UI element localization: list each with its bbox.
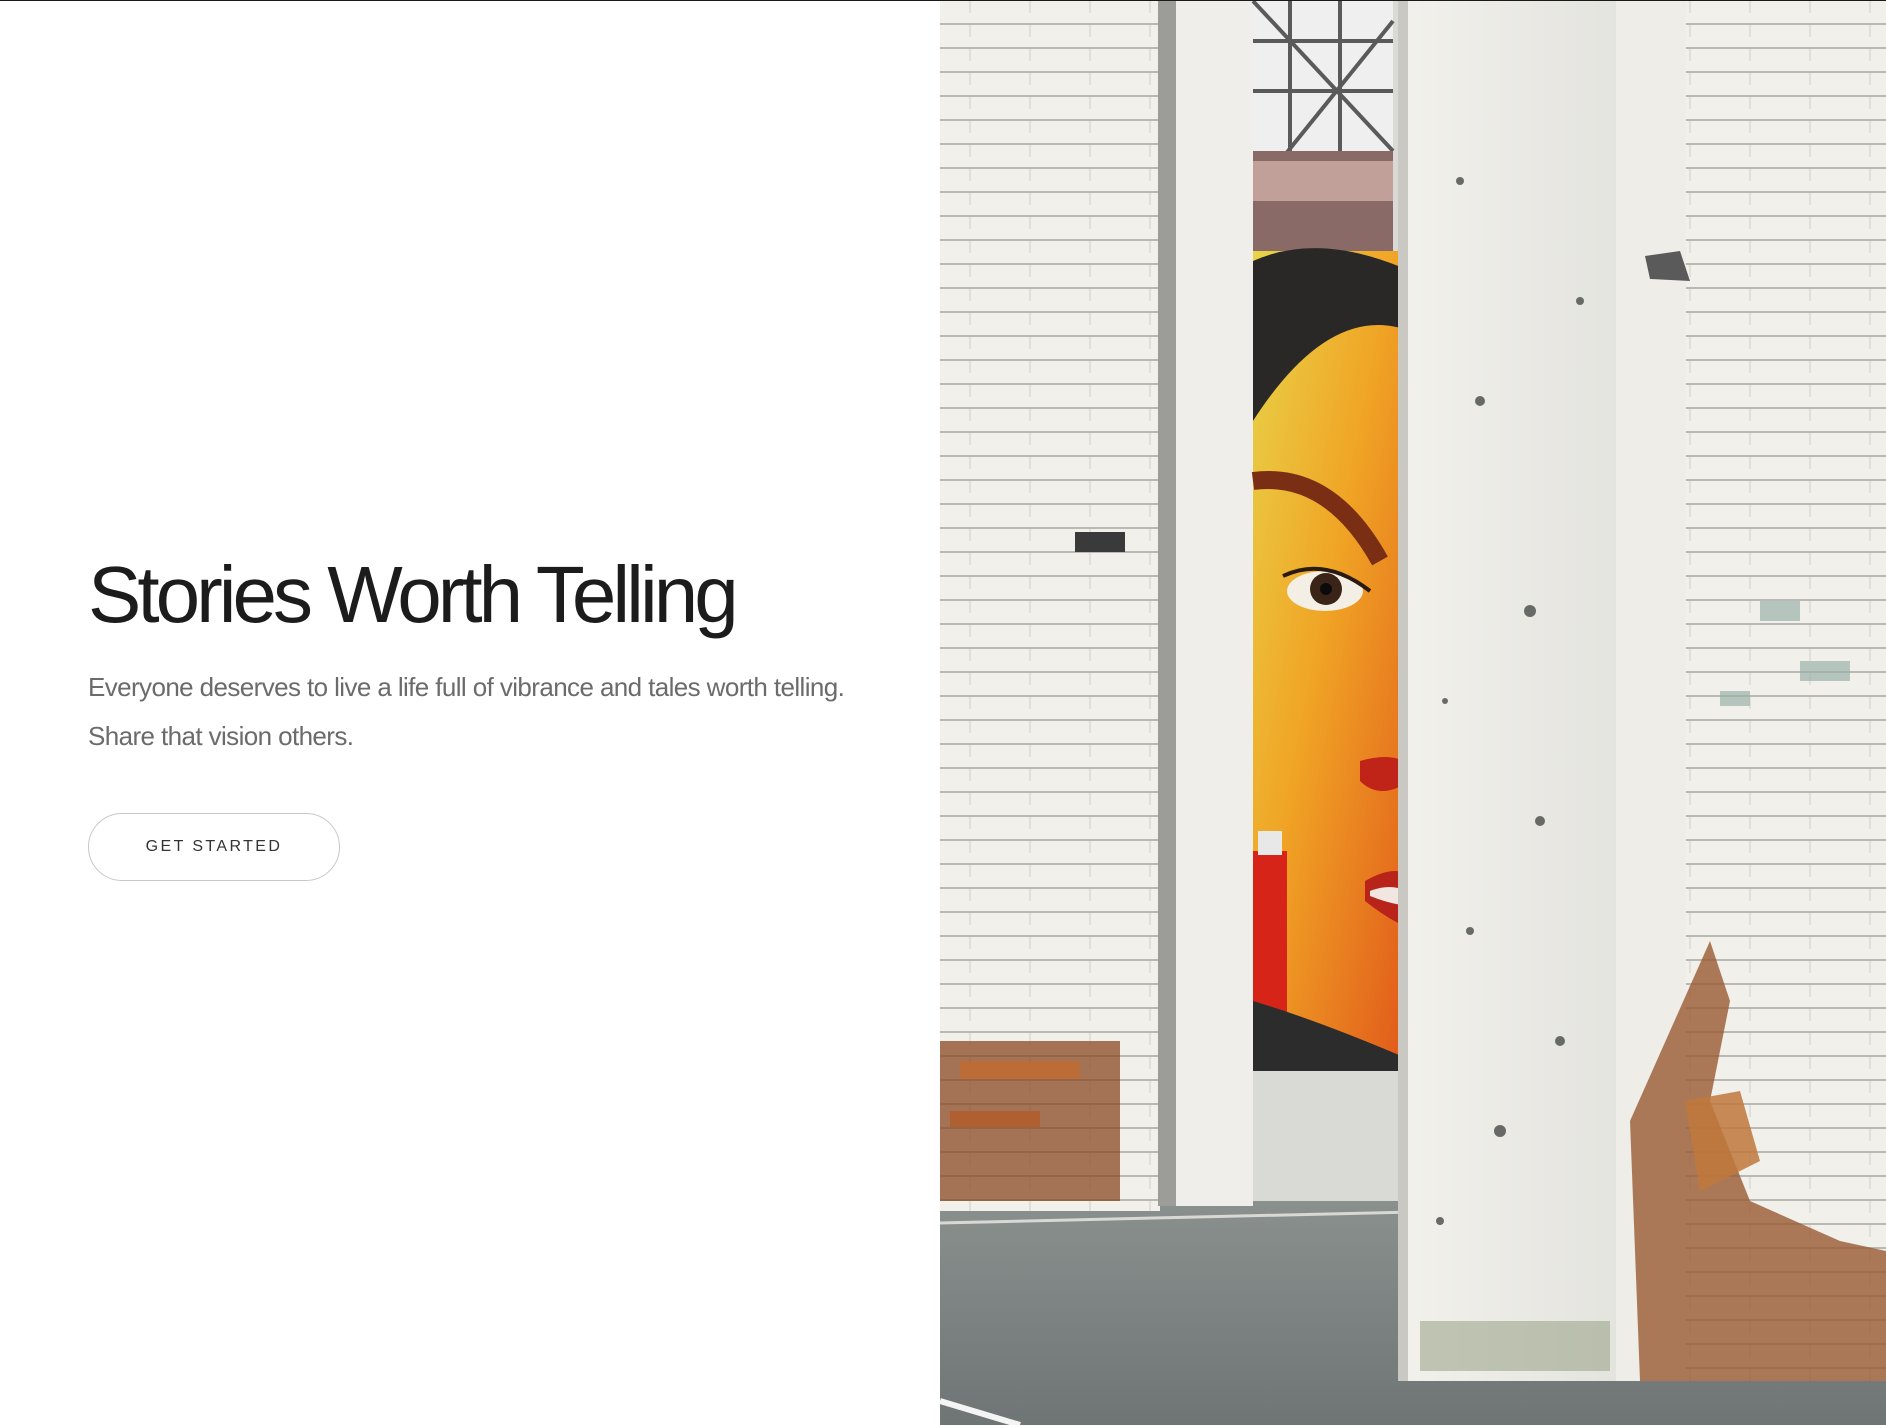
center-pillar <box>1398 1 1616 1381</box>
landing-page: Stories Worth Telling Everyone deserves … <box>0 0 1886 1425</box>
left-brick-wall <box>940 1 1160 1211</box>
hero-title: Stories Worth Telling <box>88 550 739 639</box>
hero-image <box>940 1 1886 1425</box>
hero-subtitle: Everyone deserves to live a life full of… <box>88 672 845 751</box>
mural-photo-illustration <box>940 1 1886 1425</box>
get-started-button[interactable]: GET STARTED <box>88 813 340 881</box>
hero-text-panel: Stories Worth Telling Everyone deserves … <box>0 1 940 1425</box>
hero-content: Stories Worth Telling Everyone deserves … <box>88 549 888 881</box>
